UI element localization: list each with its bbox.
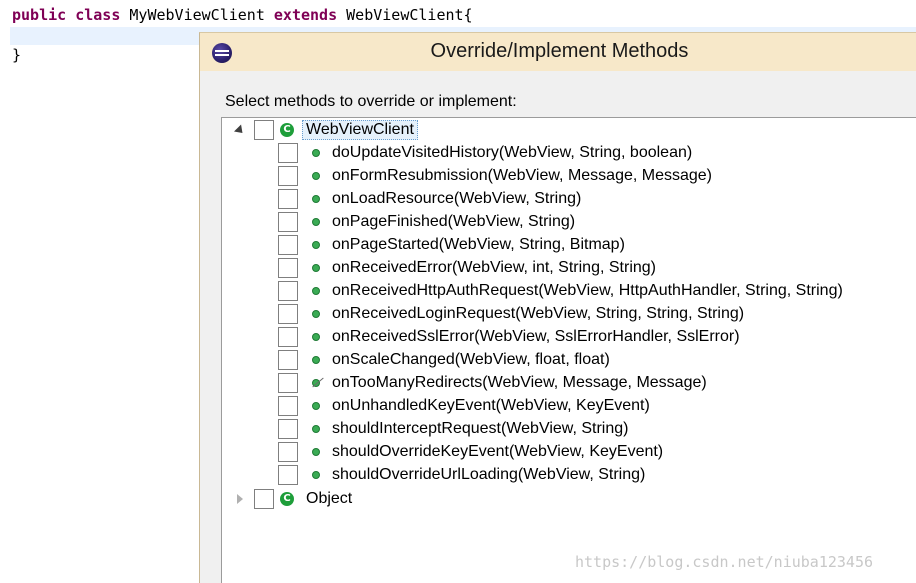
method-label: onTooManyRedirects(WebView, Message, Mes… bbox=[332, 374, 707, 391]
method-label: shouldOverrideKeyEvent(WebView, KeyEvent… bbox=[332, 443, 664, 460]
public-method-icon bbox=[312, 402, 320, 410]
method-label: onReceivedSslError(WebView, SslErrorHand… bbox=[332, 328, 740, 345]
checkbox-object[interactable] bbox=[254, 489, 274, 509]
code-line-3: } bbox=[12, 46, 22, 64]
method-label: shouldOverrideUrlLoading(WebView, String… bbox=[332, 466, 646, 483]
method-checkbox[interactable] bbox=[278, 258, 298, 278]
method-label: onPageFinished(WebView, String) bbox=[332, 213, 576, 230]
method-checkbox[interactable] bbox=[278, 235, 298, 255]
tree-label-webviewclient: WebViewClient bbox=[302, 120, 418, 140]
dialog-content: Select methods to override or implement:… bbox=[200, 71, 916, 583]
class-icon: C bbox=[280, 492, 294, 506]
method-checkbox[interactable] bbox=[278, 396, 298, 416]
method-checkbox[interactable] bbox=[278, 350, 298, 370]
code-line-1: public class MyWebViewClient extends Web… bbox=[12, 6, 473, 24]
parent-class: WebViewClient{ bbox=[346, 6, 473, 24]
method-checkbox[interactable] bbox=[278, 419, 298, 439]
public-method-icon bbox=[312, 310, 320, 318]
method-row[interactable]: onLoadResource(WebView, String) bbox=[278, 188, 581, 210]
method-row[interactable]: shouldInterceptRequest(WebView, String) bbox=[278, 418, 628, 440]
keyword-class: class bbox=[75, 6, 121, 24]
public-method-icon bbox=[312, 172, 320, 180]
public-method-icon bbox=[312, 241, 320, 249]
method-label: onLoadResource(WebView, String) bbox=[332, 190, 582, 207]
method-checkbox[interactable] bbox=[278, 166, 298, 186]
class-icon: C bbox=[280, 123, 294, 137]
public-method-icon bbox=[312, 218, 320, 226]
method-checkbox[interactable] bbox=[278, 465, 298, 485]
method-label: onScaleChanged(WebView, float, float) bbox=[332, 351, 610, 368]
tree-label-object: Object bbox=[306, 490, 353, 507]
expand-arrow-icon[interactable] bbox=[234, 124, 246, 136]
method-row[interactable]: onScaleChanged(WebView, float, float) bbox=[278, 349, 610, 371]
deprecated-method-icon bbox=[312, 379, 320, 387]
public-method-icon bbox=[312, 264, 320, 272]
dialog-title: Override/Implement Methods bbox=[430, 40, 689, 62]
method-checkbox[interactable] bbox=[278, 143, 298, 163]
keyword-extends: extends bbox=[273, 6, 338, 24]
tree-row-object[interactable]: C Object bbox=[234, 488, 352, 510]
method-row[interactable]: onReceivedLoginRequest(WebView, String, … bbox=[278, 303, 744, 325]
method-label: shouldInterceptRequest(WebView, String) bbox=[332, 420, 629, 437]
method-checkbox[interactable] bbox=[278, 373, 298, 393]
method-checkbox[interactable] bbox=[278, 212, 298, 232]
method-checkbox[interactable] bbox=[278, 189, 298, 209]
method-label: onFormResubmission(WebView, Message, Mes… bbox=[332, 167, 713, 184]
method-label: doUpdateVisitedHistory(WebView, String, … bbox=[332, 144, 693, 161]
public-method-icon bbox=[312, 149, 320, 157]
method-label: onReceivedLoginRequest(WebView, String, … bbox=[332, 305, 745, 322]
dialog-title-bar[interactable]: Override/Implement Methods bbox=[200, 33, 916, 71]
method-row[interactable]: onReceivedError(WebView, int, String, St… bbox=[278, 257, 656, 279]
watermark: https://blog.csdn.net/niuba123456 bbox=[575, 553, 874, 571]
method-row[interactable]: onReceivedSslError(WebView, SslErrorHand… bbox=[278, 326, 740, 348]
method-label: onReceivedError(WebView, int, String, St… bbox=[332, 259, 656, 276]
methods-tree[interactable]: C WebViewClient doUpdateVisitedHistory(W… bbox=[221, 117, 916, 583]
method-checkbox[interactable] bbox=[278, 442, 298, 462]
method-row[interactable]: onReceivedHttpAuthRequest(WebView, HttpA… bbox=[278, 280, 843, 302]
public-method-icon bbox=[312, 471, 320, 479]
public-method-icon bbox=[312, 356, 320, 364]
method-label: onUnhandledKeyEvent(WebView, KeyEvent) bbox=[332, 397, 650, 414]
public-method-icon bbox=[312, 195, 320, 203]
collapse-arrow-icon[interactable] bbox=[234, 493, 246, 505]
method-row[interactable]: onFormResubmission(WebView, Message, Mes… bbox=[278, 165, 712, 187]
method-label: onReceivedHttpAuthRequest(WebView, HttpA… bbox=[332, 282, 843, 299]
method-label: onPageStarted(WebView, String, Bitmap) bbox=[332, 236, 625, 253]
method-row[interactable]: doUpdateVisitedHistory(WebView, String, … bbox=[278, 142, 692, 164]
method-checkbox[interactable] bbox=[278, 304, 298, 324]
keyword-public: public bbox=[12, 6, 67, 24]
method-row[interactable]: onPageFinished(WebView, String) bbox=[278, 211, 575, 233]
method-row[interactable]: onUnhandledKeyEvent(WebView, KeyEvent) bbox=[278, 395, 650, 417]
class-name: MyWebViewClient bbox=[129, 6, 265, 24]
method-row[interactable]: onTooManyRedirects(WebView, Message, Mes… bbox=[278, 372, 707, 394]
method-checkbox[interactable] bbox=[278, 281, 298, 301]
override-implement-dialog: Override/Implement Methods Select method… bbox=[199, 32, 916, 583]
public-method-icon bbox=[312, 448, 320, 456]
prompt-label: Select methods to override or implement: bbox=[225, 93, 517, 110]
public-method-icon bbox=[312, 425, 320, 433]
tree-row-webviewclient[interactable]: C WebViewClient bbox=[234, 119, 418, 141]
public-method-icon bbox=[312, 287, 320, 295]
public-method-icon bbox=[312, 333, 320, 341]
method-row[interactable]: shouldOverrideUrlLoading(WebView, String… bbox=[278, 464, 645, 486]
method-row[interactable]: shouldOverrideKeyEvent(WebView, KeyEvent… bbox=[278, 441, 663, 463]
method-checkbox[interactable] bbox=[278, 327, 298, 347]
checkbox-webviewclient[interactable] bbox=[254, 120, 274, 140]
method-row[interactable]: onPageStarted(WebView, String, Bitmap) bbox=[278, 234, 625, 256]
